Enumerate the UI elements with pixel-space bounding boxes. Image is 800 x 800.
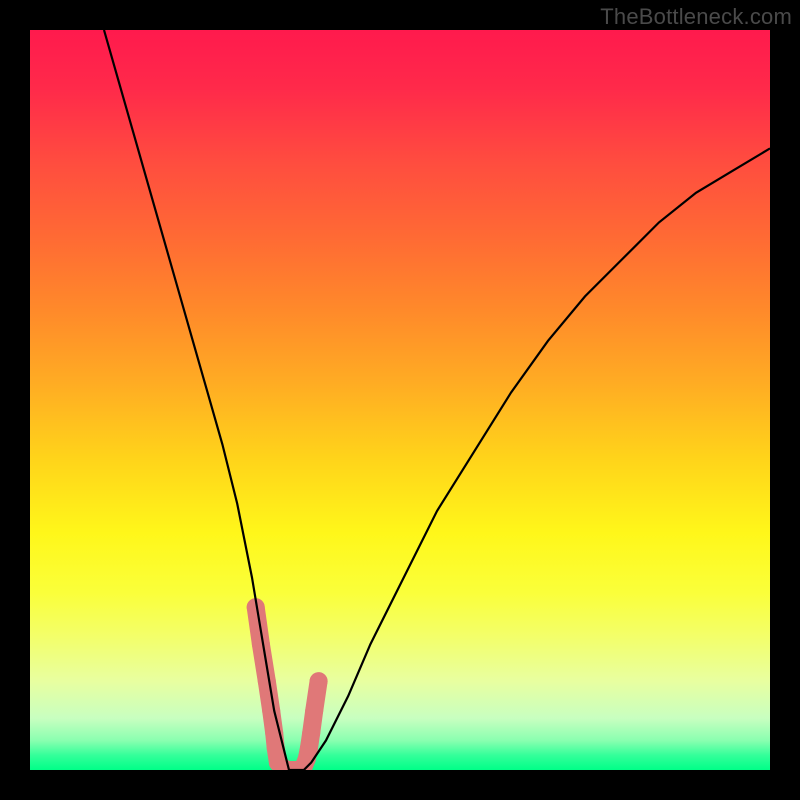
chart-svg [30,30,770,770]
chart-plot-area [30,30,770,770]
watermark-label: TheBottleneck.com [600,4,792,30]
bottleneck-curve [104,30,770,770]
chart-frame: TheBottleneck.com [0,0,800,800]
